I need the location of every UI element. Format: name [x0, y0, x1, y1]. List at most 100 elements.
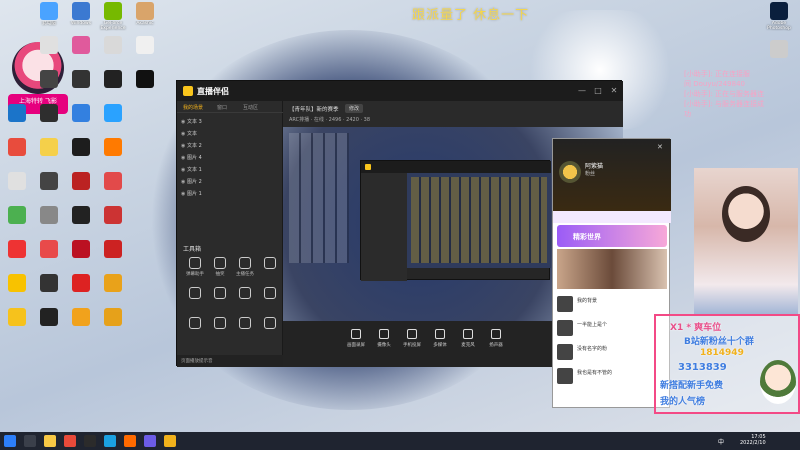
desktop-icon[interactable]: GeForce Experience: [98, 2, 128, 36]
desktop-icon[interactable]: [98, 206, 128, 240]
layer-row[interactable]: ◉ 文本 1: [181, 165, 279, 176]
desktop-icon[interactable]: [66, 308, 96, 342]
desktop-icon[interactable]: [2, 104, 32, 138]
tool-button[interactable]: [256, 317, 284, 343]
app-icon-4[interactable]: [124, 435, 136, 447]
tool-button[interactable]: [231, 287, 259, 313]
desktop-icon[interactable]: [98, 308, 128, 342]
bottom-tool-button[interactable]: 扬声器: [483, 329, 509, 348]
bottom-tool-button[interactable]: 手机投屏: [399, 329, 425, 348]
desktop-icon[interactable]: [34, 104, 64, 138]
desktop-icon[interactable]: [2, 138, 32, 172]
bottom-tool-button[interactable]: 多媒体: [427, 329, 453, 348]
layer-row[interactable]: ◉ 图片 4: [181, 153, 279, 164]
desktop-icon[interactable]: [66, 36, 96, 70]
app-icon-3[interactable]: [104, 435, 116, 447]
chat-close-icon[interactable]: ✕: [657, 143, 663, 151]
room-title: 【青年队】新的赛季: [289, 107, 339, 113]
desktop-icon[interactable]: [130, 70, 160, 104]
app-icon: [40, 172, 58, 190]
app-title: 直播伴侣: [197, 87, 229, 96]
app-icon-1[interactable]: [64, 435, 76, 447]
start-windows-icon[interactable]: [4, 435, 16, 447]
close-button[interactable]: ✕: [609, 86, 619, 96]
app-icon: [136, 70, 154, 88]
desktop-icon[interactable]: [98, 104, 128, 138]
desktop-icon[interactable]: Akashic: [130, 2, 160, 36]
clock[interactable]: 17:05 2022/2/10: [740, 434, 766, 446]
app-icon-6[interactable]: [164, 435, 176, 447]
layer-row[interactable]: ◉ 文本 2: [181, 141, 279, 152]
chat-list-item[interactable]: 我也是有不管的: [557, 367, 667, 385]
desktop-icon[interactable]: [98, 138, 128, 172]
tool-button[interactable]: 抽奖: [206, 257, 234, 283]
tool-button[interactable]: [181, 287, 209, 313]
desktop-icon[interactable]: [2, 172, 32, 206]
chat-list-item[interactable]: 我的背景: [557, 295, 667, 313]
tab-interact[interactable]: 互动区: [243, 104, 258, 111]
desktop-icon[interactable]: [98, 70, 128, 104]
app-icon: [8, 308, 26, 326]
desktop-icon[interactable]: [34, 206, 64, 240]
desktop-icon[interactable]: [2, 240, 32, 274]
layer-row[interactable]: ◉ 文本 3: [181, 117, 279, 128]
layer-row[interactable]: ◉ 图片 1: [181, 189, 279, 200]
tool-button[interactable]: 弹幕助手: [181, 257, 209, 283]
file-explorer-icon[interactable]: [44, 435, 56, 447]
tool-button[interactable]: [256, 257, 284, 283]
desktop-icon[interactable]: [130, 36, 160, 70]
desktop-icon[interactable]: [34, 274, 64, 308]
desktop-icon[interactable]: [34, 138, 64, 172]
search-icon[interactable]: [24, 435, 36, 447]
desktop-icon-extra[interactable]: [764, 40, 794, 74]
bottom-tool-button[interactable]: 画面录屏: [343, 329, 369, 348]
app-icon-5[interactable]: [144, 435, 156, 447]
desktop-icon[interactable]: [66, 274, 96, 308]
desktop-icon[interactable]: [34, 172, 64, 206]
desktop-icon[interactable]: [66, 172, 96, 206]
tab-scenes[interactable]: 我的场景: [183, 104, 203, 111]
chat-photo[interactable]: [557, 249, 667, 289]
layer-row[interactable]: ◉ 文本: [181, 129, 279, 140]
tab-window[interactable]: 窗口: [217, 104, 227, 111]
bottom-tool-icon: [351, 329, 361, 339]
desktop-icon[interactable]: [66, 138, 96, 172]
tool-button[interactable]: 主播任务: [231, 257, 259, 283]
layer-row[interactable]: ◉ 图片 2: [181, 177, 279, 188]
bottom-tool-button[interactable]: 麦克风: [455, 329, 481, 348]
desktop-icon[interactable]: [98, 36, 128, 70]
desktop-icon[interactable]: Windows: [66, 2, 96, 36]
chat-list-item[interactable]: 一半能上是个: [557, 319, 667, 337]
tool-button[interactable]: [256, 287, 284, 313]
desktop-icon[interactable]: [34, 308, 64, 342]
minimize-button[interactable]: —: [577, 86, 587, 96]
maximize-button[interactable]: □: [593, 86, 603, 96]
desktop-icon[interactable]: [34, 36, 64, 70]
app-icon-2[interactable]: [84, 435, 96, 447]
desktop-icon[interactable]: [98, 172, 128, 206]
desktop-icon[interactable]: [66, 104, 96, 138]
desktop-icon[interactable]: [98, 274, 128, 308]
tool-button[interactable]: [231, 317, 259, 343]
app-icon: [8, 240, 26, 258]
bottom-tool-button[interactable]: 摄像头: [371, 329, 397, 348]
desktop-icon[interactable]: [2, 308, 32, 342]
chat-list-item[interactable]: 没有名字的粉: [557, 343, 667, 361]
input-language[interactable]: 中: [718, 437, 724, 446]
desktop-icon[interactable]: [66, 240, 96, 274]
desktop-icon[interactable]: 此电脑: [34, 2, 64, 36]
desktop-icon[interactable]: [2, 274, 32, 308]
tool-button[interactable]: [206, 287, 234, 313]
edit-room-button[interactable]: 修改: [345, 104, 364, 113]
chat-header: 阿紫猫 粉丝 ✕: [553, 139, 671, 211]
desktop-icon[interactable]: [66, 206, 96, 240]
desktop-icon[interactable]: [98, 240, 128, 274]
tool-button[interactable]: [206, 317, 234, 343]
desktop-icon[interactable]: [34, 240, 64, 274]
desktop-icon[interactable]: [66, 70, 96, 104]
tool-button[interactable]: [181, 317, 209, 343]
desktop-icon[interactable]: [34, 70, 64, 104]
desktop-icon-photoshop[interactable]: Adobe Photoshop: [764, 2, 794, 36]
desktop-icon[interactable]: [2, 206, 32, 240]
notice-line: 功: [684, 110, 691, 118]
